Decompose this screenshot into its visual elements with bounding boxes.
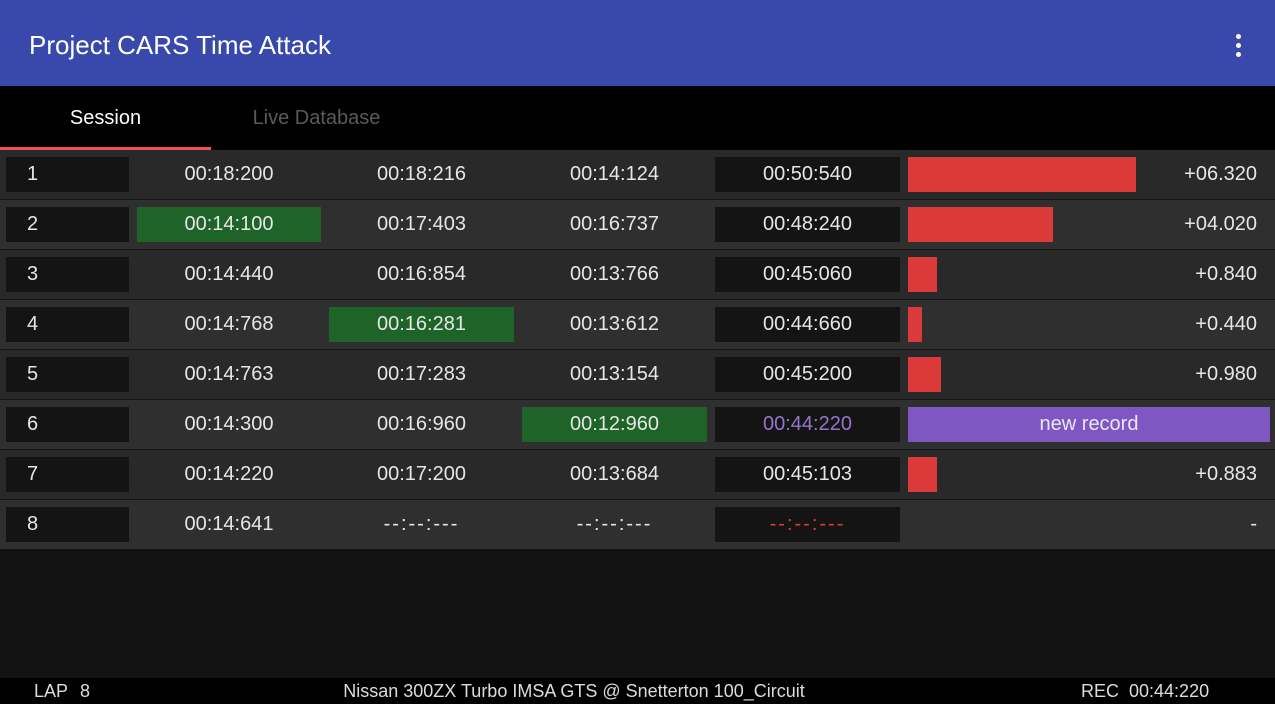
- delta-bar: [908, 157, 1136, 192]
- sector-2-time: --:--:---: [383, 513, 460, 535]
- rec-label: REC: [1081, 681, 1120, 701]
- table-row[interactable]: 8 00:14:641 --:--:--- --:--:--- --:--:--- -: [0, 500, 1275, 550]
- table-row[interactable]: 1 00:18:200 00:18:216 00:14:124 00:50:540 +06…: [0, 150, 1275, 200]
- table-row[interactable]: 5 00:14:763 00:17:283 00:13:154 00:45:200 +0.…: [0, 350, 1275, 400]
- table-row[interactable]: 2 00:14:100 00:17:403 00:16:737 00:48:240 +04…: [0, 200, 1275, 250]
- tab-bar: Session Live Database: [0, 86, 1275, 150]
- sector-3-time: 00:12:960: [522, 407, 707, 442]
- new-record-badge: new record: [908, 407, 1270, 442]
- delta-bar: [908, 207, 1053, 242]
- lap-total-time: 00:50:540: [715, 157, 900, 192]
- lap-total-time: 00:48:240: [715, 207, 900, 242]
- sector-2-time: 00:16:960: [377, 413, 466, 435]
- lap-total-time: 00:45:103: [715, 457, 900, 492]
- sector-2-time: 00:17:200: [377, 463, 466, 485]
- lap-number: 3: [6, 257, 129, 292]
- delta-time: +0.980: [1195, 363, 1257, 385]
- lap-number: 4: [6, 307, 129, 342]
- table-row[interactable]: 4 00:14:768 00:16:281 00:13:612 00:44:660 +0.…: [0, 300, 1275, 350]
- tab-session[interactable]: Session: [0, 86, 211, 150]
- delta-bar: [908, 357, 941, 392]
- lap-total-time: 00:44:660: [715, 307, 900, 342]
- sector-1-time: 00:14:100: [137, 207, 321, 242]
- delta-time: +06.320: [1184, 163, 1257, 185]
- delta-bar: [908, 457, 937, 492]
- sector-3-time: --:--:---: [576, 513, 653, 535]
- delta-time: +0.440: [1195, 313, 1257, 335]
- status-bar: LAP 8 Nissan 300ZX Turbo IMSA GTS @ Snett…: [0, 678, 1275, 704]
- sector-2-time: 00:16:854: [377, 263, 466, 285]
- delta-bar: [908, 257, 937, 292]
- delta-time: +0.840: [1195, 263, 1257, 285]
- lap-number: 5: [6, 357, 129, 392]
- lap-number: 1: [6, 157, 129, 192]
- sector-3-time: 00:13:154: [570, 363, 659, 385]
- overflow-menu-icon[interactable]: [1227, 30, 1249, 60]
- sector-1-time: 00:14:641: [184, 513, 274, 535]
- sector-1-time: 00:14:440: [184, 263, 274, 285]
- table-row[interactable]: 7 00:14:220 00:17:200 00:13:684 00:45:103 +0.…: [0, 450, 1275, 500]
- sector-1-time: 00:14:763: [184, 363, 274, 385]
- app-title: Project CARS Time Attack: [29, 30, 331, 60]
- delta-bar: [908, 307, 922, 342]
- lap-number: 2: [6, 207, 129, 242]
- tab-live-database[interactable]: Live Database: [211, 86, 422, 150]
- table-row[interactable]: 6 00:14:300 00:16:960 00:12:960 00:44:220 new…: [0, 400, 1275, 450]
- record-time: REC 00:44:220: [1081, 678, 1209, 704]
- rec-value: 00:44:220: [1129, 681, 1210, 701]
- delta-time: -: [1250, 513, 1257, 535]
- car-track-label: Nissan 300ZX Turbo IMSA GTS @ Snetterton…: [343, 681, 805, 701]
- lap-times-table: 1 00:18:200 00:18:216 00:14:124 00:50:540 +06…: [0, 150, 1275, 550]
- sector-2-time: 00:17:283: [377, 363, 466, 385]
- table-row[interactable]: 3 00:14:440 00:16:854 00:13:766 00:45:060 +0.…: [0, 250, 1275, 300]
- lap-total-time: --:--:---: [715, 507, 900, 542]
- sector-1-time: 00:14:220: [184, 463, 274, 485]
- sector-3-time: 00:13:766: [570, 263, 659, 285]
- sector-3-time: 00:13:684: [570, 463, 659, 485]
- lap-number: 6: [6, 407, 129, 442]
- sector-1-time: 00:14:768: [184, 313, 274, 335]
- delta-time: +0.883: [1195, 463, 1257, 485]
- lap-number: 7: [6, 457, 129, 492]
- sector-3-time: 00:14:124: [570, 163, 659, 185]
- lap-number: 8: [6, 507, 129, 542]
- delta-time: +04.020: [1184, 213, 1257, 235]
- lap-total-time: 00:45:060: [715, 257, 900, 292]
- lap-total-time: 00:44:220: [715, 407, 900, 442]
- sector-2-time: 00:18:216: [377, 163, 466, 185]
- sector-1-time: 00:14:300: [184, 413, 274, 435]
- sector-1-time: 00:18:200: [184, 163, 274, 185]
- sector-2-time: 00:16:281: [329, 307, 514, 342]
- app-bar: Project CARS Time Attack: [0, 0, 1275, 86]
- sector-2-time: 00:17:403: [377, 213, 466, 235]
- sector-3-time: 00:16:737: [570, 213, 659, 235]
- sector-3-time: 00:13:612: [570, 313, 659, 335]
- lap-total-time: 00:45:200: [715, 357, 900, 392]
